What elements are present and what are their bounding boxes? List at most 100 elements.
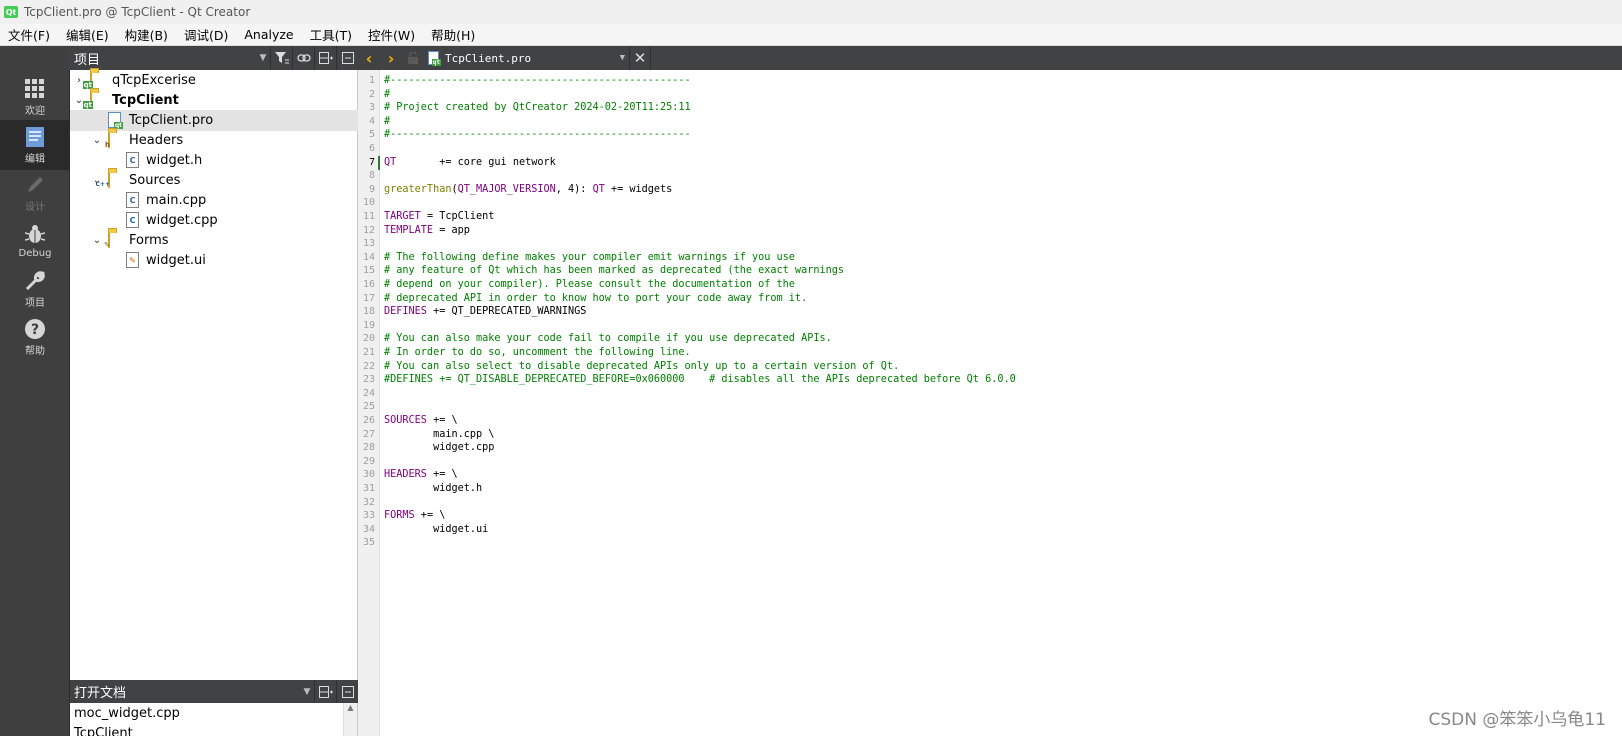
line-number: 32: [362, 496, 375, 508]
code-line[interactable]: #: [384, 88, 390, 102]
chevron-down-icon[interactable]: ⌄: [90, 135, 104, 146]
code-editor[interactable]: 1 2 3 4 5 6 7 8 9 10 11 12 13 14 15 16 17 18 19 20 21 22 23 24 2…: [358, 70, 1622, 736]
back-arrow-icon[interactable]: ‹: [358, 46, 380, 70]
lock-icon[interactable]: [402, 46, 424, 70]
menu-analyze[interactable]: Analyze: [236, 27, 301, 42]
tree-item-tcpclient[interactable]: ⌄ qt TcpClient: [70, 90, 358, 111]
tree-item-label: Headers: [129, 133, 184, 148]
header-file-icon: C: [126, 152, 142, 168]
code-line[interactable]: SOURCES += \: [384, 414, 458, 428]
menu-edit[interactable]: 编辑(E): [58, 25, 117, 44]
code-line[interactable]: # Project created by QtCreator 2024-02-2…: [384, 101, 691, 115]
pro-file-icon: qt: [428, 51, 441, 66]
chevron-down-icon[interactable]: ▼: [300, 687, 314, 697]
line-number: 33: [362, 510, 375, 522]
code-line[interactable]: # deprecated API in order to know how to…: [384, 292, 807, 306]
menu-tools[interactable]: 工具(T): [302, 25, 360, 44]
code-line[interactable]: TARGET = TcpClient: [384, 210, 494, 224]
tree-item-label: qTcpExcerise: [112, 73, 196, 88]
mode-projects[interactable]: 项目: [0, 264, 70, 314]
open-document-item[interactable]: moc_widget.cpp: [70, 703, 357, 723]
code-line[interactable]: HEADERS += \: [384, 468, 458, 482]
code-line[interactable]: DEFINES += QT_DEPRECATED_WARNINGS: [384, 305, 586, 319]
tree-item-qtcpexcerise[interactable]: › qt qTcpExcerise: [70, 70, 358, 91]
current-line-marker: [378, 155, 380, 170]
code-line[interactable]: widget.cpp: [384, 441, 494, 455]
tree-item-label: TcpClient.pro: [129, 113, 214, 128]
code-line[interactable]: greaterThan(QT_MAJOR_VERSION, 4): QT += …: [384, 183, 672, 197]
pro-file-icon: qt: [108, 112, 124, 129]
code-line[interactable]: widget.h: [384, 482, 482, 496]
mode-debug[interactable]: Debug: [0, 216, 70, 266]
menu-help[interactable]: 帮助(H): [423, 25, 483, 44]
mode-label: 帮助: [25, 345, 45, 357]
close-panel-icon[interactable]: [336, 680, 358, 703]
open-documents-title[interactable]: 打开文档: [70, 682, 300, 701]
line-number: 23: [362, 374, 375, 386]
code-line[interactable]: #---------------------------------------…: [384, 74, 691, 88]
line-number: 4: [368, 115, 375, 127]
tree-item-label: Forms: [129, 233, 169, 248]
mode-design[interactable]: 设计: [0, 168, 70, 218]
code-line[interactable]: main.cpp \: [384, 428, 494, 442]
mode-edit[interactable]: 编辑: [0, 120, 70, 170]
tree-item-headers[interactable]: ⌄ h Headers: [70, 130, 358, 151]
menu-file[interactable]: 文件(F): [0, 25, 58, 44]
watermark: CSDN @笨笨小乌龟11: [1428, 710, 1606, 730]
code-line[interactable]: #: [384, 115, 390, 129]
code-line[interactable]: TEMPLATE = app: [384, 224, 470, 238]
code-line[interactable]: # depend on your compiler). Please consu…: [384, 278, 795, 292]
tree-item-sources[interactable]: ⌄ C++ Sources: [70, 170, 358, 191]
mode-help[interactable]: ? 帮助: [0, 312, 70, 362]
line-number: 8: [368, 170, 375, 182]
project-folder-icon: qt: [82, 71, 106, 89]
scrollbar[interactable]: ▲: [343, 703, 357, 736]
forward-arrow-icon[interactable]: ›: [380, 46, 402, 70]
code-line[interactable]: # In order to do so, uncomment the follo…: [384, 346, 691, 360]
menu-widgets[interactable]: 控件(W): [360, 25, 423, 44]
mode-label: 编辑: [25, 153, 45, 165]
tree-item-main-cpp[interactable]: C main.cpp: [70, 190, 358, 211]
code-line[interactable]: QT += core gui network: [384, 156, 556, 170]
mode-label: 项目: [25, 297, 45, 309]
chevron-down-icon[interactable]: ▼: [620, 53, 629, 63]
tree-item-label: widget.h: [146, 153, 203, 168]
line-number: 11: [362, 211, 375, 222]
code-line[interactable]: # any feature of Qt which has been marke…: [384, 264, 844, 278]
code-line[interactable]: # The following define makes your compil…: [384, 251, 795, 265]
chevron-down-icon[interactable]: ▼: [256, 53, 270, 63]
file-selector[interactable]: qt TcpClient.pro ▼: [424, 46, 629, 70]
line-number-gutter: 1 2 3 4 5 6 7 8 9 10 11 12 13 14 15 16 17 18 19 20 21 22 23 24 2…: [358, 70, 380, 736]
chevron-down-icon[interactable]: ⌄: [90, 235, 104, 246]
menu-build[interactable]: 构建(B): [117, 25, 176, 44]
split-icon[interactable]: [314, 680, 336, 703]
close-icon[interactable]: ✕: [629, 46, 651, 70]
project-tree: › qt qTcpExcerise ⌄ qt TcpClient qt TcpC…: [70, 70, 358, 680]
code-line[interactable]: widget.ui: [384, 523, 488, 537]
line-number: 14: [362, 251, 375, 263]
code-line[interactable]: # You can also select to disable depreca…: [384, 360, 899, 374]
close-panel-icon[interactable]: [336, 46, 358, 70]
open-document-item[interactable]: TcpClient: [70, 723, 357, 736]
ui-file-icon: ✎: [126, 252, 142, 268]
projects-panel-title[interactable]: 项目: [70, 49, 256, 68]
grid-icon: [25, 78, 45, 100]
code-line[interactable]: # You can also make your code fail to co…: [384, 332, 832, 346]
link-icon[interactable]: [292, 46, 314, 70]
code-line[interactable]: #DEFINES += QT_DISABLE_DEPRECATED_BEFORE…: [384, 373, 1016, 387]
sources-folder-icon: C++: [96, 171, 124, 188]
code-line[interactable]: FORMS += \: [384, 509, 445, 523]
code-line[interactable]: #---------------------------------------…: [384, 128, 691, 142]
line-number: 15: [362, 265, 375, 277]
tree-item-widget-ui[interactable]: ✎ widget.ui: [70, 250, 358, 271]
filter-icon[interactable]: [270, 46, 292, 70]
menu-debug[interactable]: 调试(D): [176, 25, 236, 44]
cpp-file-icon: C: [126, 212, 142, 228]
line-number: 9: [368, 183, 375, 195]
mode-welcome[interactable]: 欢迎: [0, 72, 70, 122]
tree-item-forms[interactable]: ⌄ ✎ Forms: [70, 230, 358, 251]
line-number: 6: [368, 143, 375, 154]
split-icon[interactable]: [314, 46, 336, 70]
mode-label: 设计: [25, 201, 45, 213]
line-number: 28: [362, 442, 375, 454]
